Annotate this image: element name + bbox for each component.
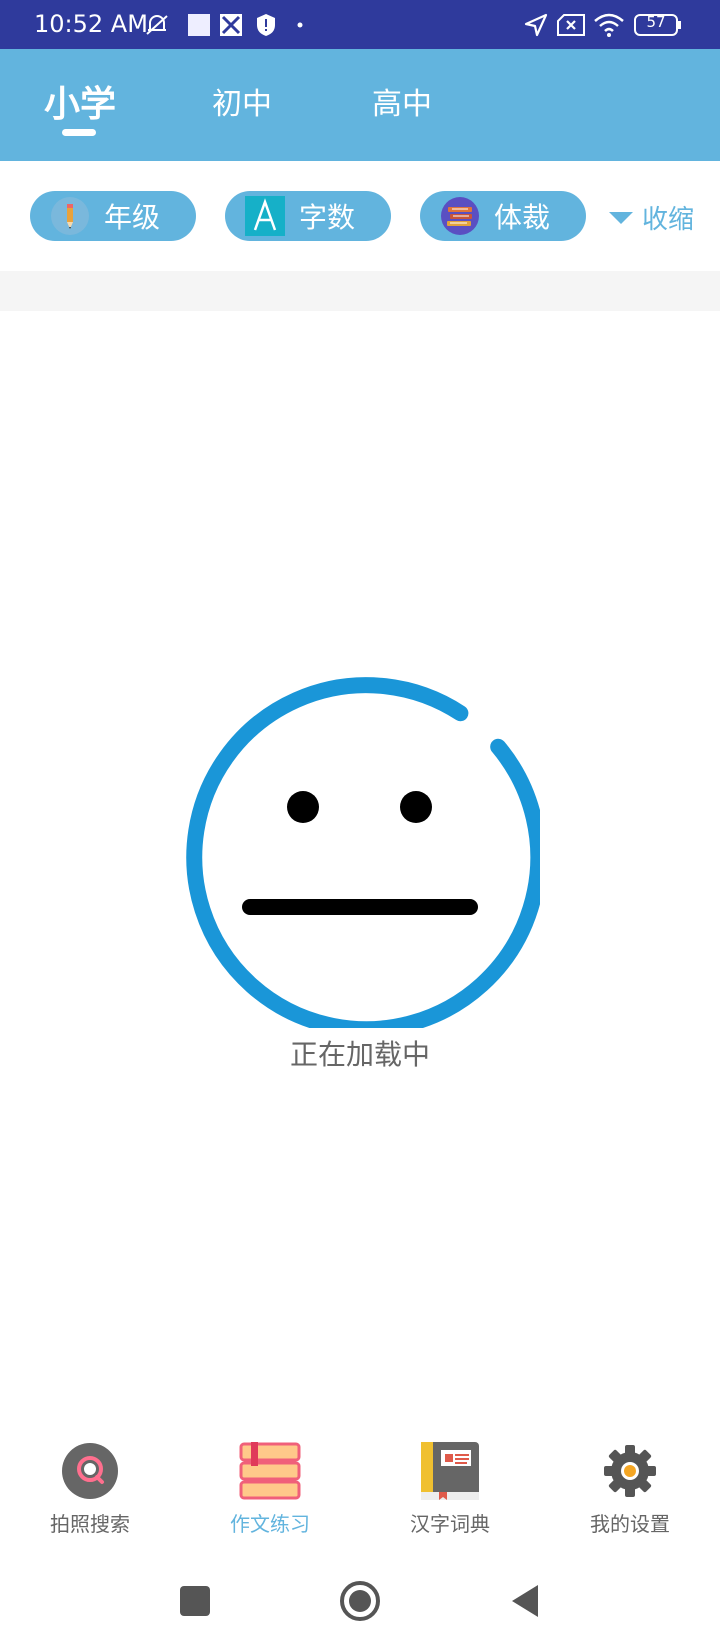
tab-junior-high[interactable]: 初中: [212, 79, 272, 123]
nav-settings[interactable]: 我的设置: [540, 1440, 720, 1537]
square-icon: [180, 1586, 210, 1616]
filter-bar: 年级 字数 体裁 收缩: [0, 161, 720, 271]
dictionary-icon: [419, 1440, 481, 1502]
system-nav-bar: [0, 1555, 720, 1650]
loading-text: 正在加载中: [289, 1038, 430, 1071]
nav-dictionary-label: 汉字词典: [410, 1512, 490, 1536]
filter-genre-label: 体裁: [494, 201, 551, 234]
battery-level: 57: [646, 13, 666, 31]
back-button[interactable]: [499, 1575, 551, 1627]
filter-wordcount-label: 字数: [299, 201, 356, 234]
muted-bell-icon: [142, 12, 172, 38]
loading-face-icon: [180, 668, 547, 1038]
filter-wordcount-chip[interactable]: 字数: [225, 191, 391, 241]
nav-dictionary[interactable]: 汉字词典: [360, 1440, 540, 1537]
shield-icon: [254, 12, 278, 38]
status-time: 10:52 AM: [34, 10, 148, 38]
no-sim-icon: [556, 12, 586, 38]
books-icon: [440, 196, 480, 236]
nav-essay-practice[interactable]: 作文练习: [180, 1440, 360, 1537]
tab-primary-school[interactable]: 小学: [44, 75, 116, 127]
dot-icon: [296, 12, 304, 38]
filter-grade-label: 年级: [104, 201, 161, 234]
gear-icon: [599, 1440, 661, 1502]
recent-apps-button[interactable]: [169, 1575, 221, 1627]
notification-square-icon: [186, 12, 212, 38]
battery-icon: 57: [634, 12, 682, 38]
pencil-icon: [50, 196, 90, 236]
filter-genre-chip[interactable]: 体裁: [420, 191, 586, 241]
collapse-label: 收缩: [642, 205, 695, 235]
circle-icon: [339, 1580, 381, 1622]
bottom-nav: 拍照搜索 作文练习 汉字词典 我的设置: [0, 1430, 720, 1540]
wifi-icon: [592, 12, 626, 38]
nav-essay-practice-label: 作文练习: [230, 1512, 310, 1536]
collapse-toggle[interactable]: 收缩: [608, 199, 694, 236]
letter-a-icon: [245, 196, 285, 236]
filter-grade-chip[interactable]: 年级: [30, 191, 196, 241]
active-tab-indicator: [62, 129, 96, 136]
books-stack-icon: [239, 1440, 301, 1502]
home-button[interactable]: [334, 1575, 386, 1627]
nav-photo-search[interactable]: 拍照搜索: [0, 1440, 180, 1537]
nav-settings-label: 我的设置: [590, 1512, 670, 1536]
triangle-back-icon: [510, 1584, 540, 1618]
tab-senior-high[interactable]: 高中: [372, 79, 432, 123]
nav-photo-search-label: 拍照搜索: [50, 1512, 130, 1536]
triangle-down-icon: [608, 211, 634, 225]
section-divider: [0, 271, 720, 311]
search-camera-icon: [59, 1440, 121, 1502]
status-bar: 10:52 AM 57: [0, 0, 720, 49]
location-arrow-icon: [522, 12, 550, 38]
level-tab-bar: 小学 初中 高中: [0, 49, 720, 161]
app-notification-icon: [218, 12, 244, 38]
